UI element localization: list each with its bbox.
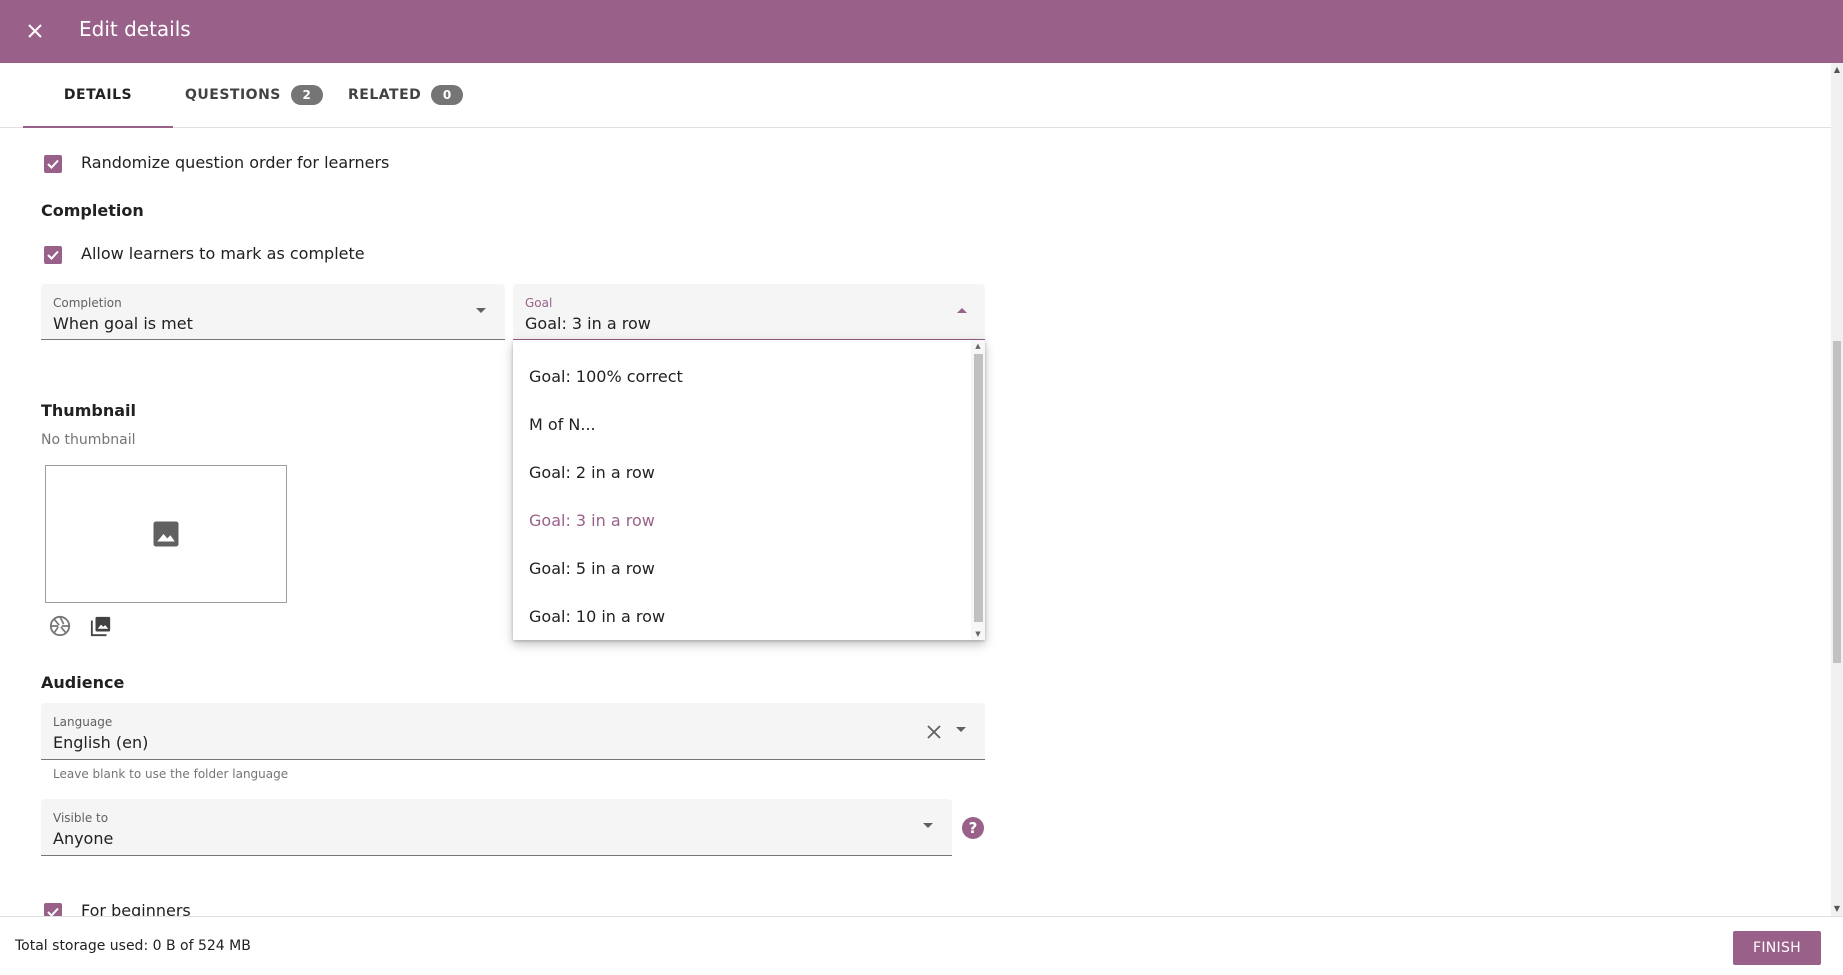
visible-to-value: Anyone [53,829,114,848]
chevron-up-icon [957,308,967,313]
goal-option[interactable]: Goal: 2 in a row [513,448,971,496]
page-title: Edit details [79,17,191,41]
randomize-label: Randomize question order for learners [81,153,390,172]
audience-heading: Audience [41,673,125,692]
completion-select-value: When goal is met [53,314,193,333]
mark-complete-label: Allow learners to mark as complete [81,244,365,263]
finish-button[interactable]: FINISH [1733,931,1821,965]
language-select-value: English (en) [53,733,149,752]
language-hint: Leave blank to use the folder language [53,767,289,781]
goal-select[interactable]: Goal Goal: 3 in a row [513,284,985,341]
page-scrollbar-thumb[interactable] [1833,341,1841,663]
help-icon[interactable]: ? [962,817,984,839]
goal-option-selected[interactable]: Goal: 3 in a row [513,496,971,544]
check-icon [47,907,59,916]
visible-to-select[interactable]: Visible to Anyone [41,799,952,856]
tab-questions-label: QUESTIONS [185,87,281,103]
check-icon [47,159,59,169]
menu-scrollbar-thumb[interactable] [974,354,983,622]
chevron-down-icon [476,308,486,313]
mark-complete-checkbox[interactable] [44,246,62,264]
footer-bar: Total storage used: 0 B of 524 MB FINISH [0,916,1843,975]
language-select[interactable]: Language English (en) [41,703,985,760]
tab-related[interactable]: RELATED 0 [348,63,464,127]
goal-select-value: Goal: 3 in a row [525,314,651,333]
close-icon[interactable] [20,16,50,46]
photo-library-icon[interactable] [87,612,115,640]
chevron-down-icon [956,727,966,732]
chevron-down-icon [923,823,933,828]
thumbnail-subtitle: No thumbnail [41,432,136,448]
page-scrollbar[interactable]: ▲ ▼ [1831,63,1843,916]
goal-option[interactable]: Goal: 10 in a row [513,592,971,640]
check-icon [47,250,59,260]
completion-select-label: Completion [53,296,122,310]
tab-details[interactable]: DETAILS [23,63,173,128]
storage-usage-text: Total storage used: 0 B of 524 MB [15,938,251,954]
goal-option[interactable]: Goal: 5 in a row [513,544,971,592]
camera-aperture-icon[interactable] [46,612,74,640]
clear-icon[interactable] [924,722,944,742]
questions-count-badge: 2 [290,85,323,105]
goal-select-label: Goal [525,296,553,310]
menu-scroll-down-icon[interactable]: ▼ [974,630,982,638]
completion-select[interactable]: Completion When goal is met [41,284,505,340]
visible-to-label: Visible to [53,811,109,825]
scroll-down-arrow-icon[interactable]: ▼ [1833,905,1841,913]
completion-heading: Completion [41,201,144,220]
app-bar: Edit details [0,0,1843,63]
for-beginners-label: For beginners [81,901,191,916]
thumbnail-heading: Thumbnail [41,401,136,420]
tab-questions[interactable]: QUESTIONS 2 [185,63,323,127]
tab-bar: DETAILS QUESTIONS 2 RELATED 0 [0,63,1831,128]
goal-option[interactable]: M of N... [513,400,971,448]
image-icon [153,521,179,547]
for-beginners-checkbox[interactable] [44,903,62,916]
tab-related-label: RELATED [348,87,422,103]
tab-details-label: DETAILS [63,87,133,103]
randomize-checkbox[interactable] [44,155,62,173]
menu-scroll-up-icon[interactable]: ▲ [974,342,982,350]
goal-dropdown-menu: Goal: 100% correct M of N... Goal: 2 in … [513,340,985,640]
language-select-label: Language [53,715,113,729]
thumbnail-placeholder[interactable] [45,465,287,603]
scroll-up-arrow-icon[interactable]: ▲ [1833,66,1841,74]
related-count-badge: 0 [431,85,464,105]
menu-scrollbar[interactable]: ▲ ▼ [971,340,985,640]
goal-option[interactable]: Goal: 100% correct [513,352,971,400]
